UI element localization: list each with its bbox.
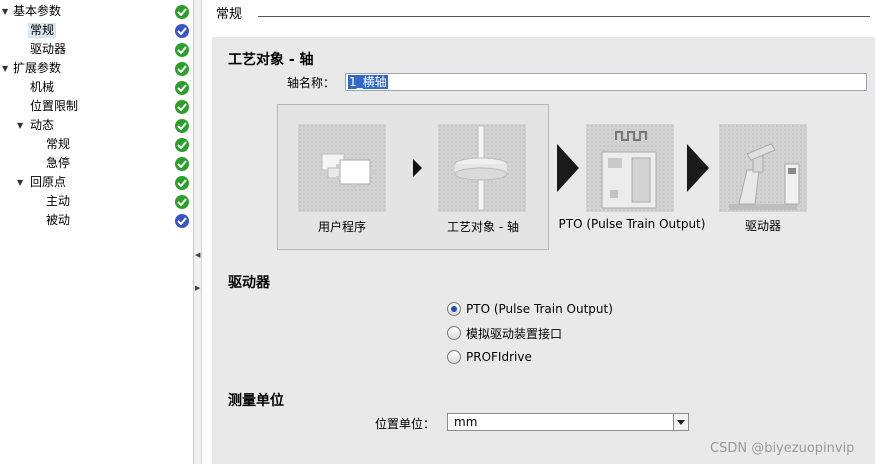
flow-diagram-box: 用户程序 工艺对象 - 轴: [277, 104, 549, 250]
check-ok-icon: [175, 195, 189, 209]
check-ok-icon: [175, 81, 189, 95]
check-ok-icon: [175, 62, 189, 76]
radio-option-pto[interactable]: PTO (Pulse Train Output): [447, 301, 613, 317]
drive-section-title: 驱动器: [228, 275, 270, 291]
radio-button[interactable]: [447, 326, 461, 340]
position-unit-label: 位置单位：: [375, 417, 436, 431]
tree-item-label: 动态: [30, 118, 55, 132]
check-ok-icon: [175, 5, 189, 19]
parameter-tree: ▼ 基本参数 常规 驱动器 ▼ 扩展参数 机械 位置限制 ▼ 动态 常规 急停 …: [0, 0, 194, 464]
position-unit-value: mm: [454, 415, 478, 429]
drive-caption: 驱动器: [744, 219, 781, 233]
tree-item-extended-params[interactable]: ▼ 扩展参数: [0, 59, 194, 78]
flow-arrow-icon: [687, 144, 709, 192]
axis-name-label: 轴名称：: [287, 76, 336, 90]
content-area: 常规 工艺对象 - 轴 轴名称： 1_横轴 用户程序 工艺对象 - 轴 PTO …: [202, 0, 875, 464]
check-ok-icon: [175, 43, 189, 57]
tree-item-dynamics[interactable]: ▼ 动态: [0, 116, 194, 135]
tree-item-drive[interactable]: 驱动器: [0, 40, 194, 59]
expand-arrow-icon[interactable]: ▼: [17, 122, 25, 130]
units-section-title: 测量单位: [228, 393, 284, 409]
axis-name-value: 1_横轴: [348, 75, 388, 89]
check-edited-icon: [175, 214, 189, 228]
axis-name-input[interactable]: 1_横轴: [345, 73, 867, 91]
radio-button[interactable]: [447, 350, 461, 364]
tree-item-emergency-stop[interactable]: 急停: [0, 154, 194, 173]
tech-object-caption: 工艺对象 - 轴: [447, 220, 519, 234]
tree-item-label: 位置限制: [30, 99, 79, 113]
expand-arrow-icon[interactable]: ▼: [2, 8, 10, 16]
expand-arrow-icon[interactable]: ▼: [2, 65, 10, 73]
tree-item-label: 回原点: [30, 175, 67, 189]
user-program-caption: 用户程序: [317, 220, 366, 234]
collapse-left-icon[interactable]: ◀: [195, 252, 200, 259]
expand-right-icon[interactable]: ▶: [195, 285, 200, 292]
tree-item-label: 驱动器: [30, 42, 67, 56]
check-ok-icon: [175, 176, 189, 190]
section-divider: [258, 16, 870, 17]
position-unit-select[interactable]: mm: [447, 413, 689, 431]
tech-object-axis-icon: [438, 124, 526, 212]
radio-button[interactable]: [447, 302, 461, 316]
radio-option-analog[interactable]: 模拟驱动装置接口: [447, 325, 562, 341]
watermark: CSDN @biyezuopinvip: [710, 441, 855, 456]
user-program-icon: [298, 124, 386, 212]
tree-item-position-limits[interactable]: 位置限制: [0, 97, 194, 116]
flow-arrow-icon: [557, 144, 579, 192]
flow-arrow-icon: [413, 159, 422, 177]
radio-label: 模拟驱动装置接口: [466, 326, 563, 341]
tree-item-label: 被动: [46, 213, 71, 227]
tree-item-label: 急停: [46, 156, 71, 170]
radio-label: PROFIdrive: [466, 350, 532, 364]
tree-item-label: 常规: [46, 137, 71, 151]
tree-item-homing-active[interactable]: 主动: [0, 192, 194, 211]
tree-item-homing[interactable]: ▼ 回原点: [0, 173, 194, 192]
tree-item-label: 主动: [46, 194, 71, 208]
check-ok-icon: [175, 157, 189, 171]
pto-module-icon: [586, 124, 674, 212]
radio-option-profidrive[interactable]: PROFIdrive: [447, 349, 532, 365]
panel-splitter[interactable]: ◀ ▶: [194, 0, 202, 464]
tree-item-label: 常规: [28, 23, 57, 38]
tree-item-homing-passive[interactable]: 被动: [0, 211, 194, 230]
tree-item-label: 扩展参数: [13, 61, 62, 75]
tree-item-basic-params[interactable]: ▼ 基本参数: [0, 2, 194, 21]
tech-object-title: 工艺对象 - 轴: [228, 52, 314, 68]
dropdown-arrow-icon[interactable]: [673, 414, 688, 430]
check-edited-icon: [175, 24, 189, 38]
check-ok-icon: [175, 119, 189, 133]
tree-item-label: 基本参数: [13, 4, 62, 18]
radio-label: PTO (Pulse Train Output): [466, 302, 613, 316]
pto-caption: PTO (Pulse Train Output): [558, 217, 706, 231]
tree-item-mechanics[interactable]: 机械: [0, 78, 194, 97]
check-ok-icon: [175, 138, 189, 152]
check-ok-icon: [175, 100, 189, 114]
section-title: 常规: [216, 7, 243, 22]
tree-item-dynamics-general[interactable]: 常规: [0, 135, 194, 154]
tree-item-label: 机械: [30, 80, 55, 94]
expand-arrow-icon[interactable]: ▼: [17, 179, 25, 187]
tree-item-general[interactable]: 常规: [0, 21, 194, 40]
drive-device-icon: [719, 124, 807, 212]
settings-panel: 工艺对象 - 轴 轴名称： 1_横轴 用户程序 工艺对象 - 轴 PTO (Pu…: [212, 37, 875, 464]
